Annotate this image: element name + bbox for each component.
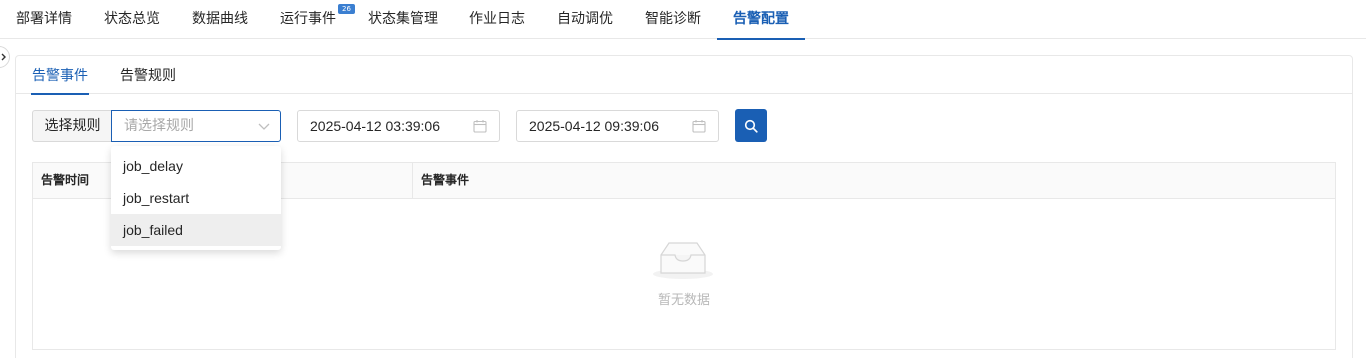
rule-select[interactable]: 请选择规则 [111,110,281,142]
tab-stateset-management[interactable]: 状态集管理 [368,0,438,39]
tab-job-logs[interactable]: 作业日志 [469,0,525,39]
tab-smart-diagnosis[interactable]: 智能诊断 [645,0,701,39]
sub-tab-bar: 告警事件 告警规则 [16,56,1352,95]
search-icon [744,119,758,133]
search-button[interactable] [735,109,767,142]
empty-inbox-icon [653,242,713,279]
tab-alert-events[interactable]: 告警事件 [31,56,89,95]
rule-select-placeholder: 请选择规则 [124,118,194,134]
tab-data-curves[interactable]: 数据曲线 [192,0,248,39]
rule-option-job-failed[interactable]: job_failed [111,214,281,246]
empty-state-text: 暂无数据 [657,293,710,308]
sidebar-toggle[interactable] [0,46,10,68]
chevron-down-icon [258,123,270,130]
column-header-alert-event[interactable]: 告警事件 [413,163,1335,198]
tab-auto-tuning[interactable]: 自动调优 [557,0,613,39]
end-time-picker[interactable]: 2025-04-12 09:39:06 [516,110,719,142]
rule-dropdown-menu: job_delay job_restart job_failed [111,146,281,250]
calendar-icon [473,120,487,133]
end-time-value: 2025-04-12 09:39:06 [529,118,659,134]
top-tab-bar: 部署详情 状态总览 数据曲线 运行事件 26 状态集管理 作业日志 自动调优 智… [0,0,1366,40]
start-time-picker[interactable]: 2025-04-12 03:39:06 [297,110,500,142]
tab-deploy-details[interactable]: 部署详情 [16,0,72,39]
rule-option-job-delay[interactable]: job_delay [111,150,281,182]
chevron-right-icon [1,53,6,61]
calendar-icon [692,120,706,133]
tab-alert-config[interactable]: 告警配置 [717,0,805,40]
rule-select-label: 选择规则 [32,110,112,142]
runtime-events-count-badge: 26 [338,4,355,14]
tab-alert-rules[interactable]: 告警规则 [120,56,176,94]
rule-option-job-restart[interactable]: job_restart [111,182,281,214]
start-time-value: 2025-04-12 03:39:06 [310,118,440,134]
tab-runtime-events[interactable]: 运行事件 [280,0,336,39]
tab-status-overview[interactable]: 状态总览 [104,0,160,39]
